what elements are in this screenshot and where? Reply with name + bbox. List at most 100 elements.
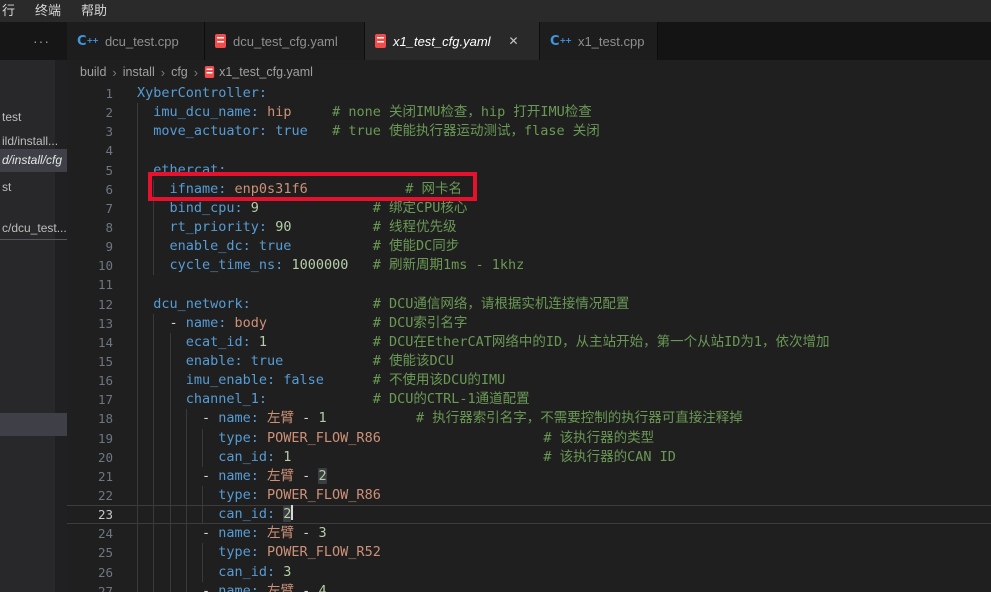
breadcrumb-item-x1_test_cfg.yaml[interactable]: x1_test_cfg.yaml	[204, 65, 313, 79]
code-line[interactable]: 16imu_enable: false # 不使用该DCU的IMU	[67, 371, 991, 390]
tab-x1_test.cpp[interactable]: C++ x1_test.cpp	[540, 22, 658, 60]
code-line[interactable]: 9enable_dc: true # 使能DC同步	[67, 237, 991, 256]
indent-guide	[137, 314, 153, 333]
line-number: 8	[67, 218, 113, 237]
code-line[interactable]: 24- name: 左臂 - 3	[67, 524, 991, 543]
code-line[interactable]: 22type: POWER_FLOW_R86	[67, 486, 991, 505]
line-content: move_actuator: true # true 使能执行器运动测试，fla…	[113, 122, 600, 141]
indent-guide	[202, 505, 218, 524]
indent-guide	[137, 295, 153, 314]
tab-label: x1_test.cpp	[578, 34, 645, 49]
breadcrumb-separator: ›	[192, 65, 200, 80]
code-line[interactable]: 27- name: 左臂 - 4	[67, 582, 991, 592]
code-line[interactable]: 3move_actuator: true # true 使能执行器运动测试，fl…	[67, 122, 991, 141]
indent-guide	[137, 161, 153, 180]
indent-guide	[153, 409, 169, 428]
indent-guide	[153, 333, 169, 352]
code-line[interactable]: 12dcu_network: # DCU通信网络，请根据实机连接情况配置	[67, 295, 991, 314]
code-line[interactable]: 26can_id: 3	[67, 563, 991, 582]
line-number: 10	[67, 256, 113, 275]
line-content	[113, 275, 153, 294]
line-number: 7	[67, 199, 113, 218]
breadcrumb-item-install[interactable]: install	[123, 65, 155, 79]
code-line[interactable]: 2imu_dcu_name: hip # none 关闭IMU检查，hip 打开…	[67, 103, 991, 122]
indent-guide	[186, 429, 202, 448]
indent-guide	[153, 237, 169, 256]
tab-dcu_test_cfg.yaml[interactable]: dcu_test_cfg.yaml	[205, 22, 365, 60]
line-content	[113, 141, 153, 160]
line-content: imu_enable: false # 不使用该DCU的IMU	[113, 371, 505, 390]
code-line[interactable]: 18- name: 左臂 - 1 # 执行器索引名字，不需要控制的执行器可直接注…	[67, 409, 991, 428]
indent-guide	[153, 180, 169, 199]
line-number: 24	[67, 524, 113, 543]
indent-guide	[170, 582, 186, 592]
breadcrumb-separator: ›	[110, 65, 118, 80]
code-line[interactable]: 13- name: body # DCU索引名字	[67, 314, 991, 333]
line-content: can_id: 3	[113, 563, 291, 582]
indent-guide	[137, 429, 153, 448]
code-line[interactable]: 5ethercat:	[67, 161, 991, 180]
line-content: type: POWER_FLOW_R52	[113, 543, 381, 562]
line-content: cycle_time_ns: 1000000 # 刷新周期1ms - 1khz	[113, 256, 524, 275]
indent-guide	[153, 314, 169, 333]
indent-guide	[153, 352, 169, 371]
cpp-file-icon: C++	[77, 34, 98, 49]
code-line[interactable]: 15enable: true # 使能该DCU	[67, 352, 991, 371]
code-line[interactable]: 17channel_1: # DCU的CTRL-1通道配置	[67, 390, 991, 409]
indent-guide	[153, 218, 169, 237]
code-line[interactable]: 1XyberController:	[67, 84, 991, 103]
tab-x1_test_cfg.yaml[interactable]: x1_test_cfg.yaml✕	[365, 22, 540, 60]
indent-guide	[170, 429, 186, 448]
tab-label: dcu_test_cfg.yaml	[233, 34, 338, 49]
code-line[interactable]: 11	[67, 275, 991, 294]
code-line[interactable]: 6ifname: enp0s31f6 # 网卡名	[67, 180, 991, 199]
menu-item-1[interactable]: 终端	[26, 0, 70, 22]
code-line[interactable]: 20can_id: 1 # 该执行器的CAN ID	[67, 448, 991, 467]
line-number: 16	[67, 371, 113, 390]
code-line[interactable]: 8rt_priority: 90 # 线程优先级	[67, 218, 991, 237]
menu-item-0[interactable]: 行	[1, 0, 24, 22]
ellipsis-icon[interactable]: ···	[33, 33, 50, 49]
indent-guide	[202, 563, 218, 582]
cpp-file-icon: C++	[550, 34, 571, 49]
code-line[interactable]: 23can_id: 2	[67, 505, 991, 524]
code-line[interactable]: 25type: POWER_FLOW_R52	[67, 543, 991, 562]
indent-guide	[137, 467, 153, 486]
indent-guide	[137, 390, 153, 409]
background-file-list: testild/install...d/install/cfgstc/dcu_t…	[0, 60, 67, 592]
code-line[interactable]: 10cycle_time_ns: 1000000 # 刷新周期1ms - 1kh…	[67, 256, 991, 275]
indent-guide	[153, 448, 169, 467]
list-item[interactable]: st	[0, 176, 67, 199]
editor-tab-bar: C++ dcu_test.cpp dcu_test_cfg.yaml x1_test_…	[67, 22, 991, 60]
breadcrumb-item-build[interactable]: build	[80, 65, 106, 79]
list-item[interactable]: c/dcu_test...	[0, 217, 67, 240]
code-line[interactable]: 14ecat_id: 1 # DCU在EtherCAT网络中的ID，从主站开始，…	[67, 333, 991, 352]
code-line[interactable]: 21- name: 左臂 - 2	[67, 467, 991, 486]
indent-guide	[170, 524, 186, 543]
list-item[interactable]	[0, 413, 67, 436]
list-item[interactable]: test	[0, 106, 67, 129]
tab-label: dcu_test.cpp	[105, 34, 179, 49]
indent-guide	[186, 524, 202, 543]
code-line[interactable]: 4	[67, 141, 991, 160]
line-number: 21	[67, 467, 113, 486]
line-number: 9	[67, 237, 113, 256]
indent-guide	[137, 180, 153, 199]
indent-guide	[137, 352, 153, 371]
indent-guide	[153, 582, 169, 592]
breadcrumb-item-cfg[interactable]: cfg	[171, 65, 188, 79]
line-number: 27	[67, 582, 113, 592]
indent-guide	[137, 275, 153, 294]
line-number: 1	[67, 84, 113, 103]
code-line[interactable]: 19type: POWER_FLOW_R86 # 该执行器的类型	[67, 429, 991, 448]
indent-guide	[170, 371, 186, 390]
list-item[interactable]: d/install/cfg	[0, 149, 67, 172]
tab-dcu_test.cpp[interactable]: C++ dcu_test.cpp	[67, 22, 205, 60]
line-content: rt_priority: 90 # 线程优先级	[113, 218, 457, 237]
indent-guide	[153, 563, 169, 582]
close-icon[interactable]: ✕	[506, 33, 522, 49]
menu-item-2[interactable]: 帮助	[72, 0, 116, 22]
code-line[interactable]: 7bind_cpu: 9 # 绑定CPU核心	[67, 199, 991, 218]
line-content: channel_1: # DCU的CTRL-1通道配置	[113, 390, 530, 409]
indent-guide	[170, 448, 186, 467]
